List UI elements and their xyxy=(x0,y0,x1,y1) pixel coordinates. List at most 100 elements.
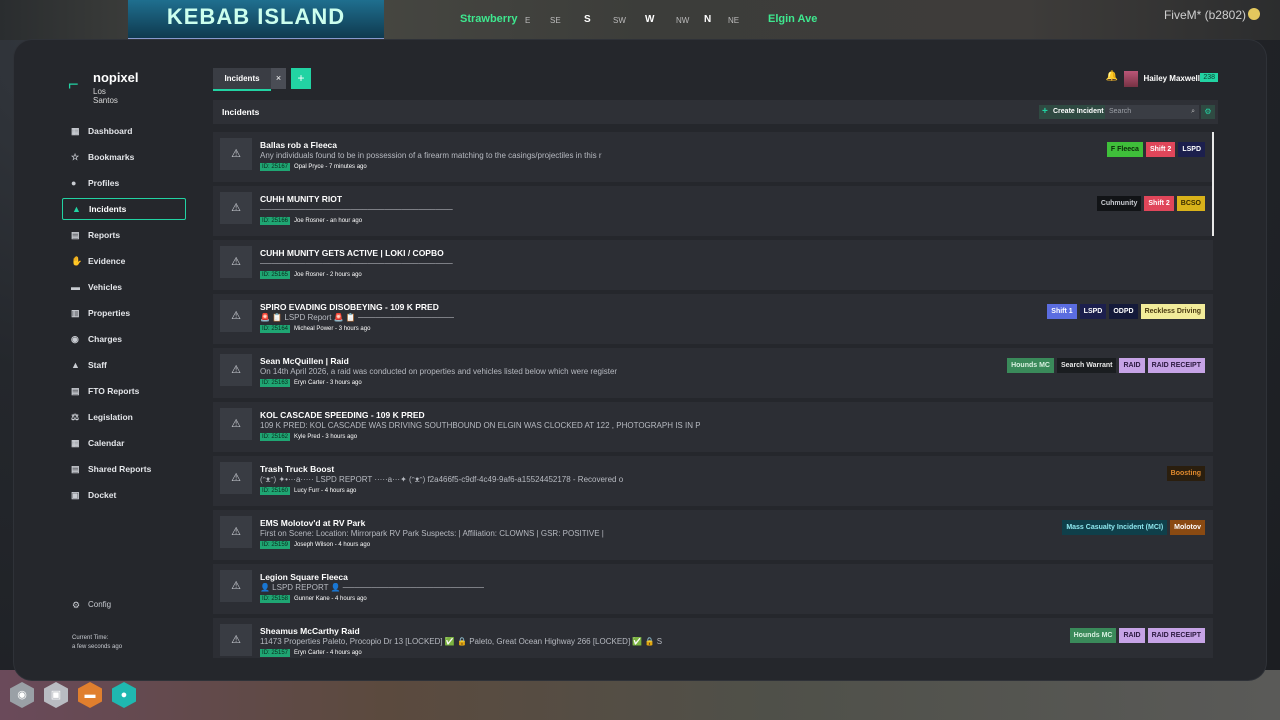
fingerprint-icon: ✋ xyxy=(71,256,83,266)
tag-badge[interactable]: Reckless Driving xyxy=(1140,304,1205,319)
incident-list[interactable]: ⚠ Sheamus McCarthy Raid 11473 Properties P… xyxy=(213,132,1214,658)
incident-row[interactable]: ⚠ Sean McQuillen | Raid On 14th April 2026… xyxy=(213,348,1213,398)
tab-incidents[interactable]: Incidents xyxy=(213,68,271,91)
incident-description: First on Scene: Location: Mirrorpark RV … xyxy=(260,529,604,538)
incident-title: SPIRO EVADING DISOBEYING - 109 K PRED xyxy=(260,302,439,312)
incident-id-badge: ID: 25167 xyxy=(260,163,291,171)
incidents-header: Incidents + Create Incident Search ⌕ ⚙ xyxy=(213,100,1218,124)
sidebar-item-staff[interactable]: ▲ Staff xyxy=(62,354,186,376)
incident-description: 🚨 📋 LSPD Report 🚨 📋 ───────────────── xyxy=(260,313,455,322)
compass-dir: E xyxy=(525,16,531,25)
user-name: Hailey Maxwell xyxy=(1143,74,1200,83)
incident-row[interactable]: ⚠ CUHH MUNITY RIOT ───────────────────────… xyxy=(213,186,1213,236)
tag-badge[interactable]: ODPD xyxy=(1109,304,1138,319)
incident-row[interactable]: ⚠ Ballas rob a Fleeca Any individuals foun… xyxy=(213,132,1213,182)
scrollbar[interactable] xyxy=(1212,132,1214,236)
tag-badge[interactable]: Cuhmunity xyxy=(1096,196,1142,211)
sidebar-item-incidents[interactable]: ▲ Incidents xyxy=(62,198,186,220)
incident-meta: ID: 25164 Micheal Power - 3 hours ago xyxy=(260,325,370,333)
incident-title: Legion Square Fleeca xyxy=(260,572,348,582)
filter-button[interactable]: ⚙ xyxy=(1201,105,1215,119)
avatar[interactable] xyxy=(1124,71,1138,87)
document-icon: ▤ xyxy=(71,386,80,396)
incident-tags: Cuhmunity Shift 2 BCSO xyxy=(1094,192,1205,211)
incident-meta: ID: 25165 Joe Rosner - 2 hours ago xyxy=(260,271,362,279)
sidebar-item-label: Staff xyxy=(88,360,107,370)
incident-icon: ⚠ xyxy=(220,246,252,278)
compass-dir: W xyxy=(645,14,655,25)
create-incident-button[interactable]: + Create Incident xyxy=(1039,105,1109,119)
document-icon: ▤ xyxy=(71,230,80,240)
client-build-label: FiveM* (b2802) xyxy=(1163,8,1246,22)
sidebar-item-legislation[interactable]: ⚖ Legislation xyxy=(62,406,186,428)
tag-badge[interactable]: F Fleeca xyxy=(1106,142,1143,157)
search-input[interactable]: Search ⌕ xyxy=(1105,105,1199,119)
incident-row[interactable]: ⚠ SPIRO EVADING DISOBEYING - 109 K PRED 🚨 … xyxy=(213,294,1213,344)
tag-badge[interactable]: LSPD xyxy=(1079,304,1107,319)
building-icon: ▥ xyxy=(71,308,80,318)
sidebar-item-bookmarks[interactable]: ☆ Bookmarks xyxy=(62,146,186,168)
compass-dir: SE xyxy=(550,16,561,25)
incident-tags: F Fleeca Shift 2 LSPD xyxy=(1104,138,1205,157)
tag-badge[interactable]: Molotov xyxy=(1170,520,1205,535)
tag-badge[interactable]: BCSO xyxy=(1176,196,1205,211)
incident-row[interactable]: ⚠ EMS Molotov'd at RV Park First on Scene:… xyxy=(213,510,1213,560)
bell-icon[interactable]: 🔔 xyxy=(1106,71,1118,82)
tag-badge[interactable]: Hounds MC xyxy=(1069,628,1117,643)
incident-row[interactable]: ⚠ Sheamus McCarthy Raid 11473 Properties P… xyxy=(213,618,1213,658)
tag-badge[interactable]: LSPD xyxy=(1178,142,1205,157)
sidebar-item-label: Reports xyxy=(88,230,121,240)
sidebar-item-evidence[interactable]: ✋ Evidence xyxy=(62,250,186,272)
street-left: Strawberry xyxy=(460,13,518,25)
nopixel-logo-icon: ⌐ xyxy=(68,74,79,94)
incident-meta: ID: 25160 Lucy Furr - 4 hours ago xyxy=(260,487,356,495)
sidebar-item-label: Calendar xyxy=(88,438,125,448)
incident-row[interactable]: ⚠ CUHH MUNITY GETS ACTIVE | LOKI / COPBO ─… xyxy=(213,240,1213,290)
sidebar-item-label: Dashboard xyxy=(88,126,133,136)
incident-meta: ID: 25166 Joe Rosner - an hour ago xyxy=(260,217,362,225)
warning-icon: ▲ xyxy=(72,204,81,214)
tag-badge[interactable]: Search Warrant xyxy=(1056,358,1117,373)
tag-badge[interactable]: RAID xyxy=(1119,358,1145,373)
sidebar: ⌐ nopixel Los Santos ▦ Dashboard ☆ Bookmark… xyxy=(62,70,202,670)
car-icon: ▬ xyxy=(71,282,80,292)
sidebar-item-fto-reports[interactable]: ▤ FTO Reports xyxy=(62,380,186,402)
tag-badge[interactable]: Shift 2 xyxy=(1144,196,1174,211)
sidebar-item-calendar[interactable]: ▦ Calendar xyxy=(62,432,186,454)
incident-row[interactable]: ⚠ Trash Truck Boost (ᵔᴥᵔ) ✦•···a····· LSPD… xyxy=(213,456,1213,506)
tag-badge[interactable]: Boosting xyxy=(1166,466,1205,481)
incident-description: (ᵔᴥᵔ) ✦•···a····· LSPD REPORT ·····a···✦… xyxy=(260,475,624,484)
tag-badge[interactable]: Shift 1 xyxy=(1047,304,1077,319)
add-tab-button[interactable]: + xyxy=(291,68,311,89)
incident-row[interactable]: ⚠ Legion Square Fleeca 👤 LSPD REPORT 👤 ───… xyxy=(213,564,1213,614)
incident-row[interactable]: ⚠ KOL CASCADE SPEEDING - 109 K PRED 109 K … xyxy=(213,402,1213,452)
tag-badge[interactable]: RAID RECEIPT xyxy=(1147,358,1205,373)
tag-badge[interactable]: Hounds MC xyxy=(1007,358,1054,373)
incident-title: Sheamus McCarthy Raid xyxy=(260,626,360,636)
calendar-icon: ▦ xyxy=(71,438,80,448)
tag-badge[interactable]: Shift 2 xyxy=(1145,142,1176,157)
incident-tags: Hounds MC RAID RAID RECEIPT xyxy=(1067,624,1205,643)
incident-tags: Hounds MC Search Warrant RAID RAID RECEIPT xyxy=(1004,354,1205,373)
sidebar-item-profiles[interactable]: ● Profiles xyxy=(62,172,186,194)
current-time: Current Time: a few seconds ago xyxy=(72,634,122,652)
sidebar-item-dashboard[interactable]: ▦ Dashboard xyxy=(62,120,186,142)
sidebar-item-reports[interactable]: ▤ Reports xyxy=(62,224,186,246)
sidebar-item-properties[interactable]: ▥ Properties xyxy=(62,302,186,324)
tag-badge[interactable]: RAID RECEIPT xyxy=(1147,628,1205,643)
incident-icon: ⚠ xyxy=(220,408,252,440)
tab-close-button[interactable]: × xyxy=(271,68,286,89)
incident-title: EMS Molotov'd at RV Park xyxy=(260,518,366,528)
sidebar-item-shared-reports[interactable]: ▤ Shared Reports xyxy=(62,458,186,480)
sidebar-item-charges[interactable]: ◉ Charges xyxy=(62,328,186,350)
tag-badge[interactable]: Mass Casualty Incident (MCI) xyxy=(1062,520,1168,535)
incident-title: CUHH MUNITY RIOT xyxy=(260,194,343,204)
tag-badge[interactable]: RAID xyxy=(1119,628,1145,643)
incident-title: Trash Truck Boost xyxy=(260,464,335,474)
gear-icon: ⚙ xyxy=(72,600,81,610)
sidebar-item-docket[interactable]: ▣ Docket xyxy=(62,484,186,506)
sidebar-item-vehicles[interactable]: ▬ Vehicles xyxy=(62,276,186,298)
incident-description: Any individuals found to be in possessio… xyxy=(260,151,602,160)
config-button[interactable]: ⚙ Config xyxy=(72,600,111,610)
main-panel: Incidents × + 🔔 Hailey Maxwell 238 Incid… xyxy=(213,68,1218,658)
